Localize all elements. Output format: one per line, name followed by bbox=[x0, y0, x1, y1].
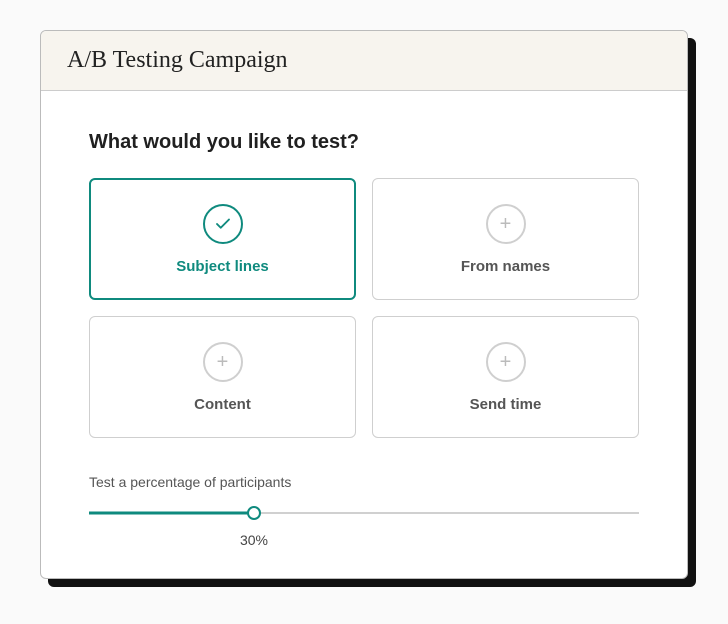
plus-icon: + bbox=[203, 342, 243, 382]
question-heading: What would you like to test? bbox=[89, 131, 639, 154]
card-body: What would you like to test? Subject lin… bbox=[41, 91, 687, 578]
slider-section: Test a percentage of participants 30% bbox=[89, 474, 639, 548]
option-label: Subject lines bbox=[176, 258, 269, 275]
option-label: Content bbox=[194, 396, 251, 413]
option-send-time[interactable]: + Send time bbox=[372, 316, 639, 438]
test-options-grid: Subject lines + From names + Content bbox=[89, 178, 639, 438]
slider-value-row: 30% bbox=[89, 532, 639, 548]
slider-fill bbox=[89, 512, 254, 515]
plus-icon: + bbox=[486, 204, 526, 244]
option-from-names[interactable]: + From names bbox=[372, 178, 639, 300]
slider-value: 30% bbox=[240, 532, 268, 548]
slider-label: Test a percentage of participants bbox=[89, 474, 639, 490]
campaign-card: A/B Testing Campaign What would you like… bbox=[40, 30, 688, 579]
option-label: Send time bbox=[470, 396, 542, 413]
slider-thumb[interactable] bbox=[247, 506, 261, 520]
option-content[interactable]: + Content bbox=[89, 316, 356, 438]
card-header: A/B Testing Campaign bbox=[41, 31, 687, 91]
plus-icon: + bbox=[486, 342, 526, 382]
card-title: A/B Testing Campaign bbox=[67, 47, 661, 74]
option-subject-lines[interactable]: Subject lines bbox=[89, 178, 356, 300]
checkmark-icon bbox=[203, 204, 243, 244]
option-label: From names bbox=[461, 258, 550, 275]
percentage-slider[interactable] bbox=[89, 504, 639, 522]
